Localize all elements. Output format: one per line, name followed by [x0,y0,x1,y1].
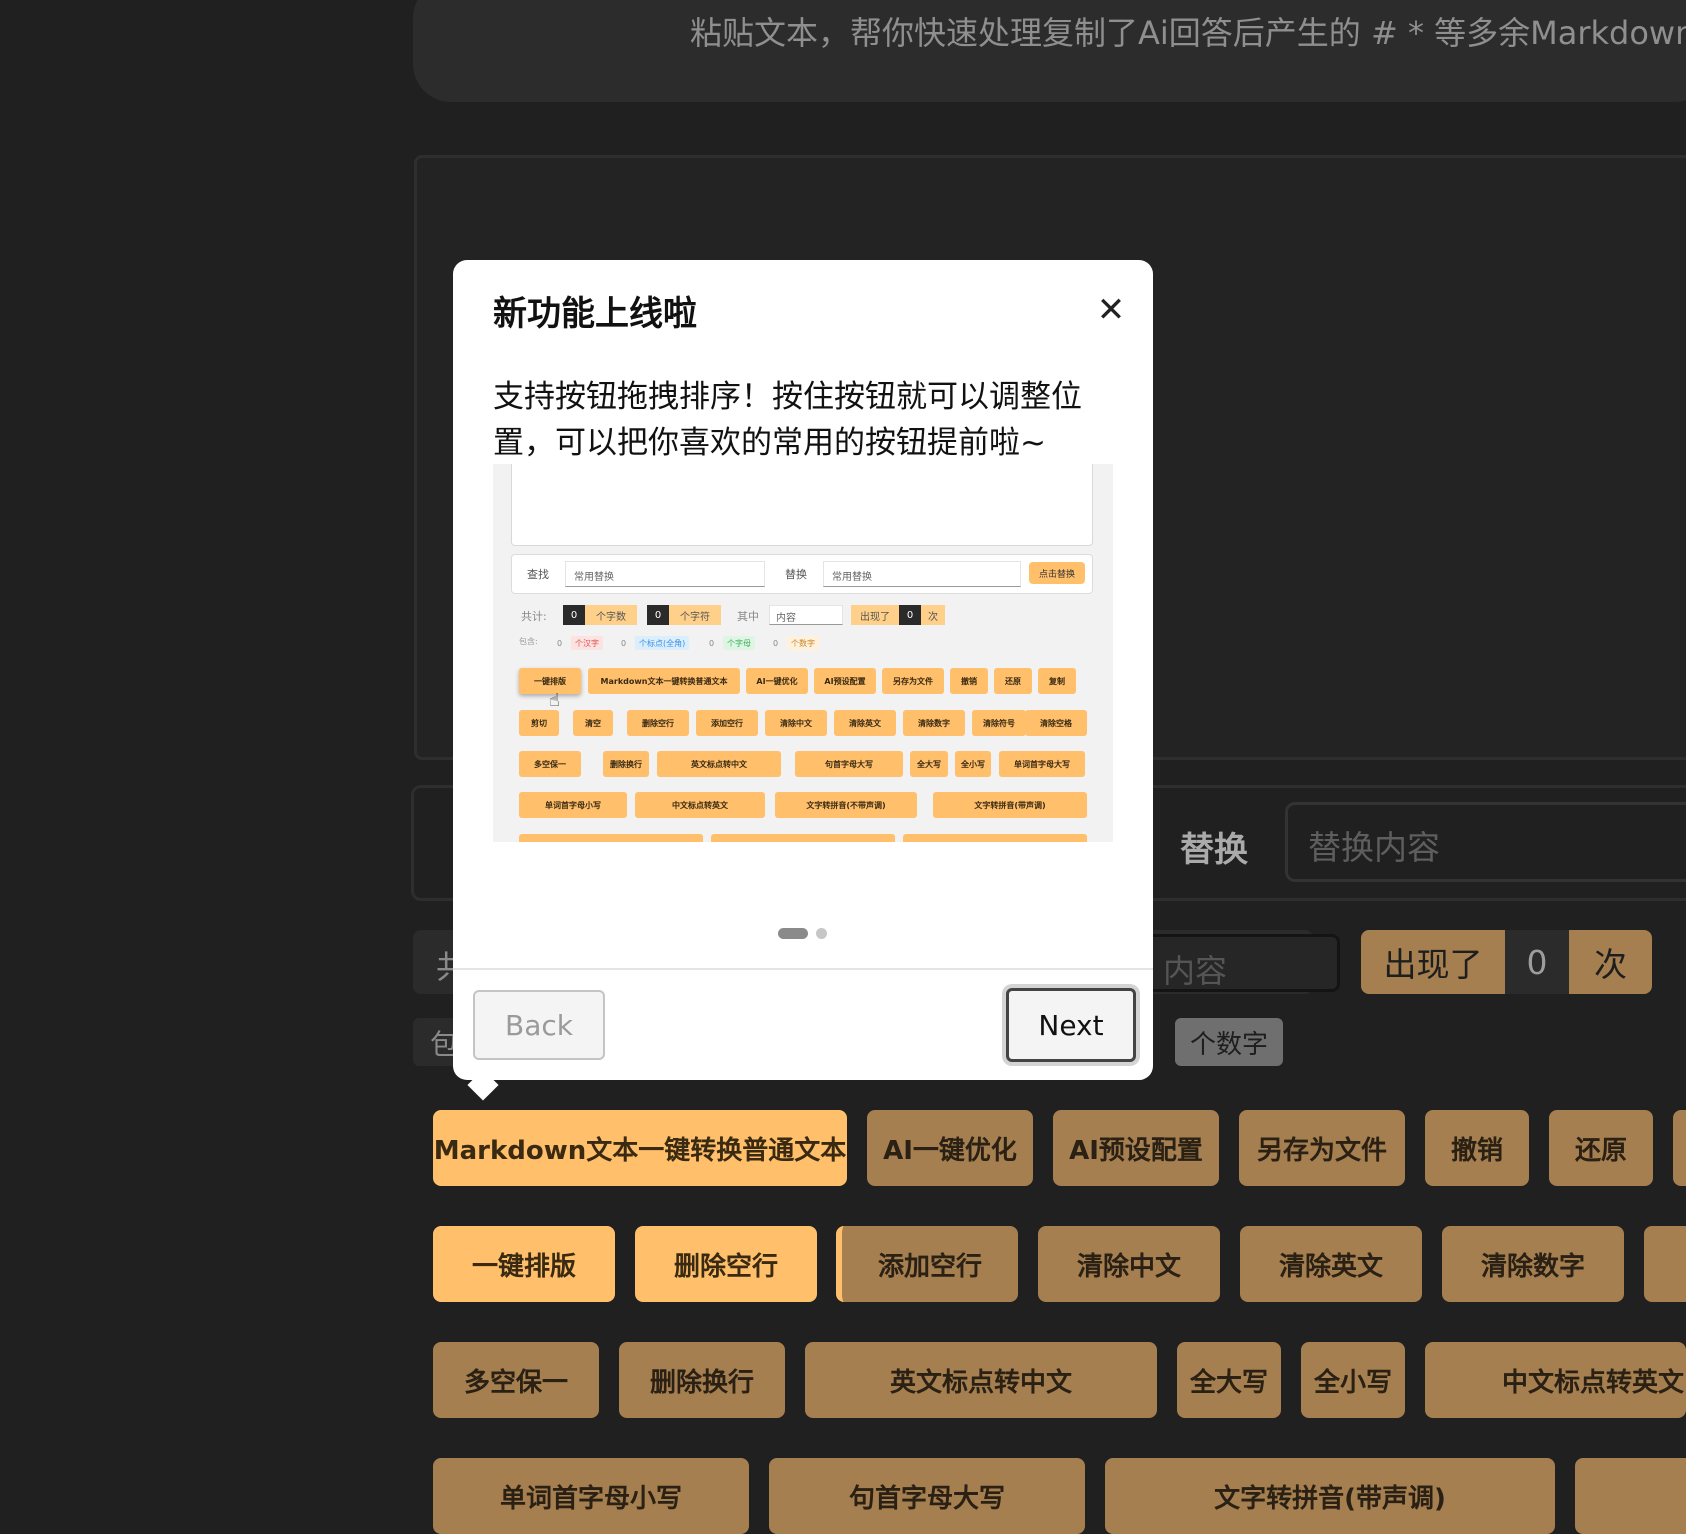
preview-occurred: 出现了 [851,605,899,625]
preview-button: 清除数字 [903,710,965,736]
save-as-file-button[interactable]: 另存为文件 [1239,1110,1405,1186]
digits-tag: 个数字 [1175,1018,1283,1066]
add-empty-lines-button[interactable]: 添加空行 [836,1226,1018,1302]
ai-preset-button[interactable]: AI预设配置 [1053,1110,1219,1186]
occurrence-label: 出现了 [1361,930,1505,994]
carousel-dot-active[interactable] [778,928,808,939]
merge-spaces-button[interactable]: 多空保一 [433,1342,599,1418]
preview-word-count: 0 [563,605,585,625]
preview-tag-digits: 个数字 [787,636,819,650]
preview-button: 文字转拼音(带声调) [933,792,1087,818]
replace-label: 替换 [1180,830,1248,870]
preview-button: AI一键优化 [746,668,808,694]
preview-tag-count: 0 [709,638,715,648]
modal-footer-divider [453,968,1153,970]
preview-button: 撤销 [950,668,988,694]
preview-tag-hanzi: 个汉字 [571,636,603,650]
back-button[interactable]: Back [473,990,605,1060]
lowercase-button[interactable]: 全小写 [1301,1342,1405,1418]
hint-text: 粘贴文本，帮你快速处理复制了Ai回答后产生的 # * 等多余Markdown文 [690,14,1686,52]
preview-button: 删除空行 [627,710,689,736]
preview-char-unit: 个字符 [669,605,721,625]
redo-button[interactable]: 还原 [1549,1110,1653,1186]
preview-button: 句首字母大写 [795,751,903,777]
preview-replace-button: 点击替换 [1029,562,1085,584]
modal-title: 新功能上线啦 [493,294,697,334]
clear-digits-button[interactable]: 清除数字 [1442,1226,1624,1302]
ai-optimize-button[interactable]: AI一键优化 [867,1110,1033,1186]
preview-replace-input: 常用替换 [823,561,1021,587]
delete-newlines-button[interactable]: 删除换行 [619,1342,785,1418]
preview-button: 清空 [573,710,613,736]
next-row2-button[interactable] [1644,1226,1686,1302]
preview-tag-count: 0 [621,638,627,648]
preview-button [711,834,895,842]
preview-button: 复制 [1038,668,1076,694]
preview-find-label: 查找 [527,568,549,581]
preview-button: 删除换行 [603,751,649,777]
undo-button[interactable]: 撤销 [1425,1110,1529,1186]
preview-replace-label: 替换 [785,568,807,581]
occurrence-suffix: 次 [1569,930,1652,994]
markdown-convert-button[interactable]: Markdown文本一键转换普通文本 [433,1110,847,1186]
preview-find-input: 常用替换 [565,561,765,587]
preview-button: 文字转拼音(不带声调) [775,792,917,818]
preview-tag-count: 0 [773,638,779,648]
carousel-dot[interactable] [816,928,827,939]
preview-tag-count: 0 [557,638,563,648]
en-to-cn-punct-button[interactable]: 英文标点转中文 [805,1342,1157,1418]
next-button[interactable]: Next [1006,988,1136,1062]
modal-description: 支持按钮拖拽排序！按住按钮就可以调整位置，可以把你喜欢的常用的按钮提前啦~ [493,379,1082,461]
preview-among-label: 其中 [737,610,759,623]
preview-occurred-count: 0 [899,605,921,625]
preview-button: 中文标点转英文 [635,792,765,818]
preview-button: 剪切 [519,710,559,736]
preview-button: 单词首字母小写 [519,792,627,818]
clear-chinese-button[interactable]: 清除中文 [1038,1226,1220,1302]
preview-contains-label: 包含: [519,637,538,646]
preview-among-input: 内容 [769,605,843,625]
clear-english-button[interactable]: 清除英文 [1240,1226,1422,1302]
word-initial-lower-button[interactable]: 单词首字母小写 [433,1458,749,1534]
next-row4-button[interactable] [1575,1458,1686,1534]
preview-tag-punct: 个标点(全角) [635,636,690,650]
delete-empty-lines-button[interactable]: 删除空行 [635,1226,817,1302]
preview-button: 清除符号 [972,710,1026,736]
preview-char-count: 0 [647,605,669,625]
preview-button: 另存为文件 [882,668,944,694]
preview-button: Markdown文本一键转换普通文本 [588,668,740,694]
preview-button [519,834,703,842]
preview-button: 添加空行 [696,710,758,736]
preview-button: 全小写 [955,751,991,777]
preview-button: 英文标点转中文 [657,751,781,777]
occurrence-count: 0 [1505,930,1569,994]
preview-button: 清除英文 [834,710,896,736]
uppercase-button[interactable]: 全大写 [1177,1342,1281,1418]
preview-textarea [511,464,1093,546]
count-search-input[interactable]: 内容 [1140,934,1340,992]
preview-button: 清除中文 [765,710,827,736]
preview-button: 全大写 [910,751,948,777]
hand-cursor-icon: ☝ [549,690,560,711]
preview-button: 多空保一 [519,751,581,777]
preview-button: 单词首字母大写 [999,751,1085,777]
preview-total-label: 共计: [521,610,547,623]
preview-tag-letters: 个字母 [723,636,755,650]
one-click-format-button[interactable]: 一键排版 [433,1226,615,1302]
replace-input[interactable]: 替换内容 [1285,802,1686,882]
preview-button [903,834,1087,842]
cn-to-en-punct-button[interactable]: 中文标点转英文 [1425,1342,1686,1418]
close-icon[interactable]: ✕ [1093,290,1129,330]
feature-preview-image: 查找 常用替换 替换 常用替换 点击替换 共计: 0 个字数 0 个字符 其中 … [493,464,1113,842]
next-row1-button[interactable] [1673,1110,1686,1186]
to-pinyin-button[interactable]: 文字转拼音(带声调) [1105,1458,1555,1534]
preview-button: AI预设配置 [814,668,876,694]
preview-word-unit: 个字数 [585,605,637,625]
sentence-initial-upper-button[interactable]: 句首字母大写 [769,1458,1085,1534]
preview-button: 清除空格 [1025,710,1087,736]
preview-button: 还原 [994,668,1032,694]
preview-times: 次 [921,605,945,625]
